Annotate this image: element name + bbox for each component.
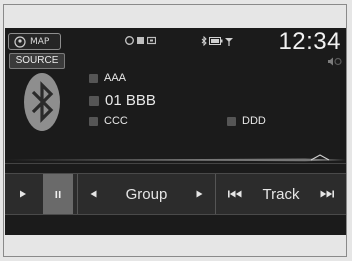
album-icon [89, 116, 98, 126]
genre-row: DDD [227, 115, 266, 127]
signal-icon [225, 37, 233, 46]
pause-icon [55, 190, 61, 198]
song-icon [89, 95, 99, 106]
track-label: Track [262, 185, 300, 203]
audio-screen: MAP 12:34 SOURCE AAA 01 BBB CCC DDD Grou… [5, 28, 346, 235]
source-button[interactable]: SOURCE [9, 53, 65, 69]
play-icon [20, 190, 26, 198]
artist-row: AAA [89, 72, 126, 84]
progress-line [5, 154, 346, 162]
group-prev-icon[interactable] [90, 190, 97, 198]
play-button[interactable] [7, 174, 39, 214]
clock: 12:34 [278, 28, 341, 55]
album-name: CCC [104, 115, 128, 127]
phone-status-icon [125, 36, 134, 45]
skip-forward-icon[interactable] [320, 190, 334, 198]
media-status-icon [147, 36, 156, 45]
skip-back-icon[interactable] [228, 190, 242, 198]
track-selector: Track [215, 174, 346, 214]
mute-indicator [328, 57, 342, 66]
status-icons-left [125, 36, 156, 45]
group-selector: Group [77, 174, 215, 214]
artist-name: AAA [104, 72, 127, 84]
album-row: CCC [89, 115, 128, 127]
battery-icon [209, 37, 223, 45]
divider [5, 163, 346, 164]
pause-button[interactable] [43, 174, 73, 214]
bluetooth-status-icon [201, 36, 207, 46]
bluetooth-icon [24, 73, 60, 131]
genre-name: DDD [242, 115, 266, 127]
map-pin-icon [14, 35, 26, 48]
map-button[interactable]: MAP [8, 33, 61, 50]
song-title: 01 BBB [105, 92, 156, 109]
title-row: 01 BBB [89, 92, 156, 109]
artist-icon [89, 73, 98, 83]
speaker-mute-icon [328, 57, 342, 66]
playback-control-bar: Group Track [5, 173, 346, 215]
map-button-label: MAP [30, 36, 50, 47]
group-label: Group [125, 185, 168, 203]
device-status-icon [137, 37, 144, 44]
status-icons-right [201, 36, 233, 46]
genre-icon [227, 116, 236, 126]
group-next-icon[interactable] [196, 190, 203, 198]
